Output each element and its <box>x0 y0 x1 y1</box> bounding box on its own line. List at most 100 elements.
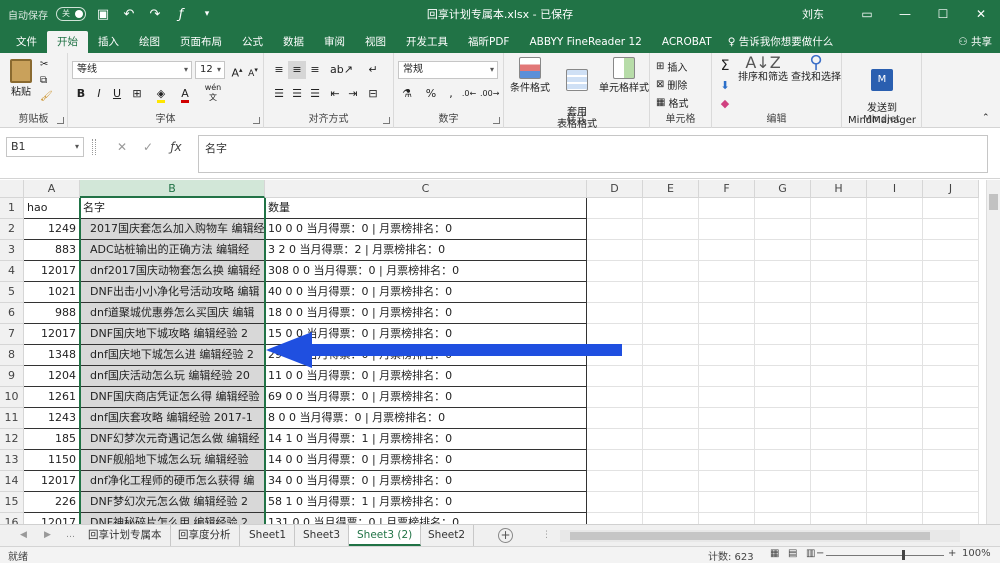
underline-icon[interactable]: U <box>108 85 126 103</box>
cell-h10[interactable] <box>811 387 867 408</box>
cell-j15[interactable] <box>923 492 979 513</box>
copy-icon[interactable]: ⧉ <box>40 75 47 86</box>
row-header[interactable]: 11 <box>0 408 24 429</box>
cell-d1[interactable] <box>587 198 643 219</box>
cell-b12[interactable]: DNF幻梦次元奇遇记怎么做 编辑经 <box>80 429 265 450</box>
tab-abbyy[interactable]: ABBYY FineReader 12 <box>519 31 651 53</box>
cell-c1[interactable]: 数量 <box>265 198 587 219</box>
cell-b15[interactable]: DNF梦幻次元怎么做 编辑经验 2 <box>80 492 265 513</box>
ribbon-display-options-icon[interactable]: ▭ <box>848 0 886 28</box>
page-layout-view-icon[interactable]: ▤ <box>788 548 797 559</box>
cell-b13[interactable]: DNF舰船地下城怎么玩 编辑经验 <box>80 450 265 471</box>
cell-i3[interactable] <box>867 240 923 261</box>
paste-button[interactable]: 粘贴 <box>6 59 36 99</box>
cell-f14[interactable] <box>699 471 755 492</box>
sheet-tab-3[interactable]: Sheet1 <box>241 525 296 546</box>
cell-c14[interactable]: 34 0 0 当月得票：0 | 月票榜排名：0 <box>265 471 587 492</box>
cell-c12[interactable]: 14 1 0 当月得票：1 | 月票榜排名：0 <box>265 429 587 450</box>
cell-c2[interactable]: 10 0 0 当月得票：0 | 月票榜排名：0 <box>265 219 587 240</box>
cell-g10[interactable] <box>755 387 811 408</box>
zoom-in-icon[interactable]: + <box>948 548 956 559</box>
cell-a11[interactable]: 1243 <box>24 408 80 429</box>
cell-i14[interactable] <box>867 471 923 492</box>
column-header-c[interactable]: C <box>265 180 587 198</box>
customize-quick-access-icon[interactable]: ▾ <box>198 9 216 19</box>
sheet-tab-1[interactable]: 回享计划专属本 <box>80 525 171 546</box>
cell-b3[interactable]: ADC站桩输出的正确方法 编辑经 <box>80 240 265 261</box>
row-header[interactable]: 3 <box>0 240 24 261</box>
cell-i5[interactable] <box>867 282 923 303</box>
cell-e15[interactable] <box>643 492 699 513</box>
cell-j14[interactable] <box>923 471 979 492</box>
minimize-button[interactable]: — <box>886 0 924 28</box>
cell-h14[interactable] <box>811 471 867 492</box>
add-sheet-icon[interactable]: + <box>498 528 513 543</box>
cell-i6[interactable] <box>867 303 923 324</box>
cell-i7[interactable] <box>867 324 923 345</box>
row-header[interactable]: 4 <box>0 261 24 282</box>
cell-h13[interactable] <box>811 450 867 471</box>
cell-c13[interactable]: 14 0 0 当月得票：0 | 月票榜排名：0 <box>265 450 587 471</box>
cell-a1[interactable]: hao <box>24 198 80 219</box>
column-header-f[interactable]: F <box>699 180 755 198</box>
cell-e14[interactable] <box>643 471 699 492</box>
zoom-slider-knob[interactable] <box>902 550 905 560</box>
undo-icon[interactable]: ↶ <box>120 7 138 22</box>
cell-c15[interactable]: 58 1 0 当月得票：1 | 月票榜排名：0 <box>265 492 587 513</box>
tab-insert[interactable]: 插入 <box>88 31 129 53</box>
cell-d10[interactable] <box>587 387 643 408</box>
cell-h5[interactable] <box>811 282 867 303</box>
cell-h12[interactable] <box>811 429 867 450</box>
cell-h1[interactable] <box>811 198 867 219</box>
cell-j1[interactable] <box>923 198 979 219</box>
cell-a6[interactable]: 988 <box>24 303 80 324</box>
format-cells-button[interactable]: ▦ 格式 <box>656 95 688 110</box>
column-header-h[interactable]: H <box>811 180 867 198</box>
delete-cells-button[interactable]: ⊠ 删除 <box>656 77 687 92</box>
cell-g11[interactable] <box>755 408 811 429</box>
cell-b11[interactable]: dnf国庆套攻略 编辑经验 2017-1 <box>80 408 265 429</box>
row-header[interactable]: 15 <box>0 492 24 513</box>
column-header-d[interactable]: D <box>587 180 643 198</box>
next-sheet-icon[interactable]: ▶ <box>44 525 51 546</box>
autosum-icon[interactable]: Σ <box>716 57 734 75</box>
maximize-button[interactable]: ☐ <box>924 0 962 28</box>
cell-i4[interactable] <box>867 261 923 282</box>
cell-h7[interactable] <box>811 324 867 345</box>
font-dialog-launcher[interactable] <box>253 117 260 124</box>
cell-c11[interactable]: 8 0 0 当月得票：0 | 月票榜排名：0 <box>265 408 587 429</box>
column-header-a[interactable]: A <box>24 180 80 198</box>
align-left-icon[interactable]: ☰ <box>270 85 288 103</box>
cell-i13[interactable] <box>867 450 923 471</box>
italic-icon[interactable]: I <box>90 85 108 103</box>
cell-i15[interactable] <box>867 492 923 513</box>
row-header[interactable]: 8 <box>0 345 24 366</box>
cell-j9[interactable] <box>923 366 979 387</box>
align-right-icon[interactable]: ☰ <box>306 85 324 103</box>
decrease-font-icon[interactable]: A▾ <box>244 61 262 79</box>
cell-g4[interactable] <box>755 261 811 282</box>
cell-h11[interactable] <box>811 408 867 429</box>
cell-f12[interactable] <box>699 429 755 450</box>
column-header-g[interactable]: G <box>755 180 811 198</box>
tab-home[interactable]: 开始 <box>47 31 88 53</box>
cell-e10[interactable] <box>643 387 699 408</box>
cell-j2[interactable] <box>923 219 979 240</box>
cell-c3[interactable]: 3 2 0 当月得票：2 | 月票榜排名：0 <box>265 240 587 261</box>
zoom-out-icon[interactable]: − <box>816 548 824 559</box>
number-dialog-launcher[interactable] <box>493 117 500 124</box>
cell-f16[interactable] <box>699 513 755 524</box>
cell-a2[interactable]: 1249 <box>24 219 80 240</box>
cell-f13[interactable] <box>699 450 755 471</box>
name-box[interactable]: B1 ▾ <box>6 137 84 157</box>
cell-g13[interactable] <box>755 450 811 471</box>
cell-b1[interactable]: 名字 <box>80 198 265 219</box>
row-header[interactable]: 12 <box>0 429 24 450</box>
fill-icon[interactable]: ⬇ <box>716 77 734 95</box>
sheet-tab-2[interactable]: 回享度分析 <box>170 525 240 546</box>
redo-icon[interactable]: ↷ <box>146 7 164 22</box>
cell-j8[interactable] <box>923 345 979 366</box>
cell-h6[interactable] <box>811 303 867 324</box>
tab-view[interactable]: 视图 <box>355 31 396 53</box>
cell-j5[interactable] <box>923 282 979 303</box>
